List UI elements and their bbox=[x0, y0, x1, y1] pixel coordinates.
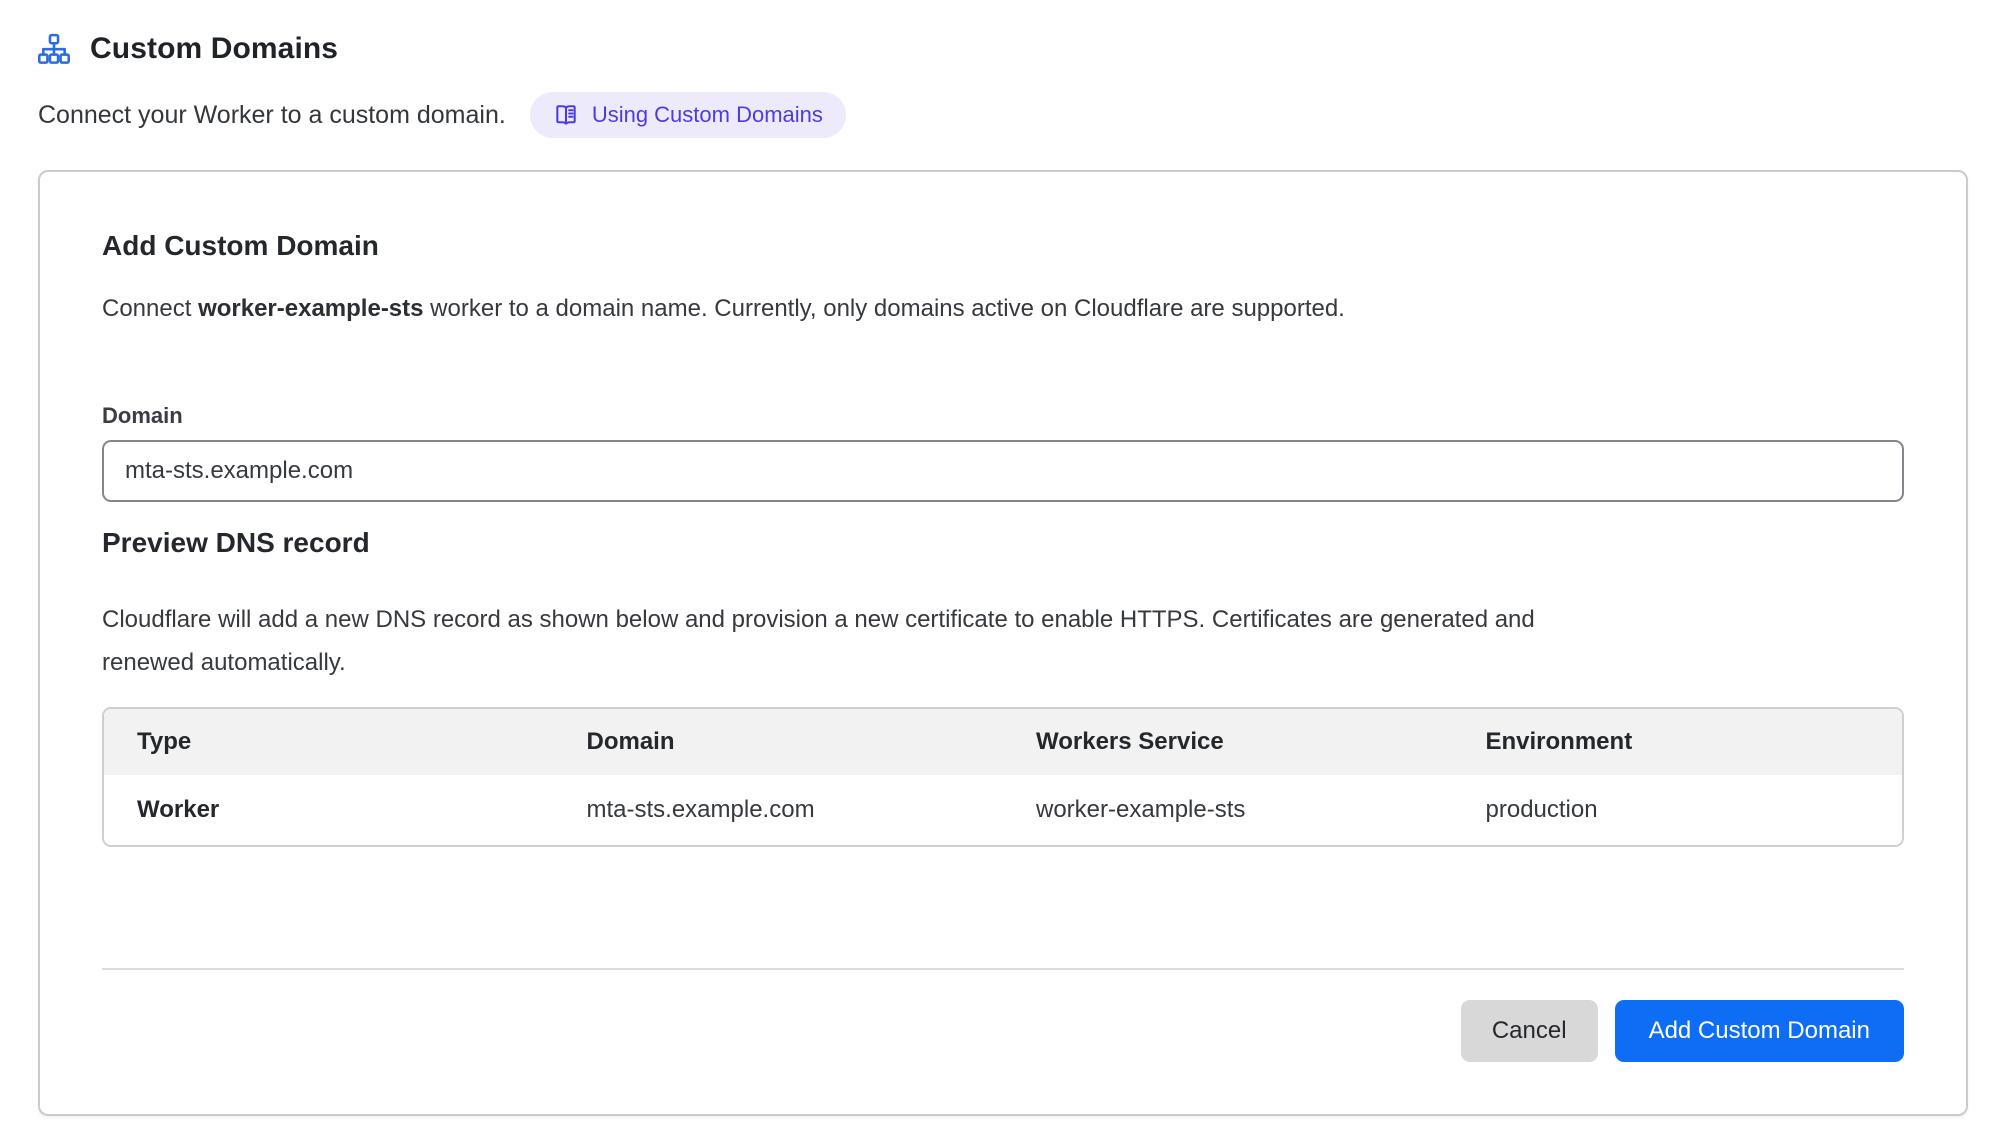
docs-link-label: Using Custom Domains bbox=[592, 102, 823, 128]
add-custom-domain-card: Add Custom Domain Connect worker-example… bbox=[38, 170, 1968, 1116]
column-header-environment: Environment bbox=[1453, 709, 1903, 775]
page-subtitle: Connect your Worker to a custom domain. bbox=[38, 101, 506, 130]
description-suffix: worker to a domain name. Currently, only… bbox=[424, 295, 1345, 322]
column-header-type: Type bbox=[104, 709, 554, 775]
cell-type: Worker bbox=[104, 775, 554, 845]
custom-domains-page: Custom Domains Connect your Worker to a … bbox=[0, 0, 1999, 1116]
cancel-button[interactable]: Cancel bbox=[1461, 1000, 1598, 1062]
footer-button-row: Cancel Add Custom Domain bbox=[102, 1000, 1904, 1062]
sitemap-icon bbox=[38, 33, 70, 65]
domain-input[interactable] bbox=[102, 440, 1904, 502]
table-row: Worker mta-sts.example.com worker-exampl… bbox=[104, 775, 1902, 845]
column-header-domain: Domain bbox=[554, 709, 1004, 775]
docs-link-badge[interactable]: Using Custom Domains bbox=[530, 92, 846, 138]
worker-name: worker-example-sts bbox=[198, 295, 423, 322]
card-description: Connect worker-example-sts worker to a d… bbox=[102, 295, 1904, 331]
table-header-row: Type Domain Workers Service Environment bbox=[104, 709, 1902, 775]
cell-domain: mta-sts.example.com bbox=[554, 775, 1004, 845]
footer-divider bbox=[102, 968, 1904, 970]
open-book-icon bbox=[553, 102, 579, 128]
card-title: Add Custom Domain bbox=[102, 230, 1904, 264]
page-title: Custom Domains bbox=[90, 32, 338, 66]
domain-field-label: Domain bbox=[102, 403, 1904, 429]
cell-environment: production bbox=[1453, 775, 1903, 845]
page-subtitle-row: Connect your Worker to a custom domain. … bbox=[38, 92, 1968, 138]
cell-workers-service: worker-example-sts bbox=[1003, 775, 1453, 845]
add-custom-domain-button[interactable]: Add Custom Domain bbox=[1615, 1000, 1904, 1062]
dns-preview-table: Type Domain Workers Service Environment … bbox=[102, 707, 1904, 847]
description-prefix: Connect bbox=[102, 295, 198, 322]
preview-dns-description: Cloudflare will add a new DNS record as … bbox=[102, 598, 1542, 684]
column-header-workers-service: Workers Service bbox=[1003, 709, 1453, 775]
card-footer: Cancel Add Custom Domain bbox=[102, 968, 1904, 1062]
page-header: Custom Domains bbox=[38, 30, 1968, 68]
preview-dns-title: Preview DNS record bbox=[102, 527, 1904, 561]
